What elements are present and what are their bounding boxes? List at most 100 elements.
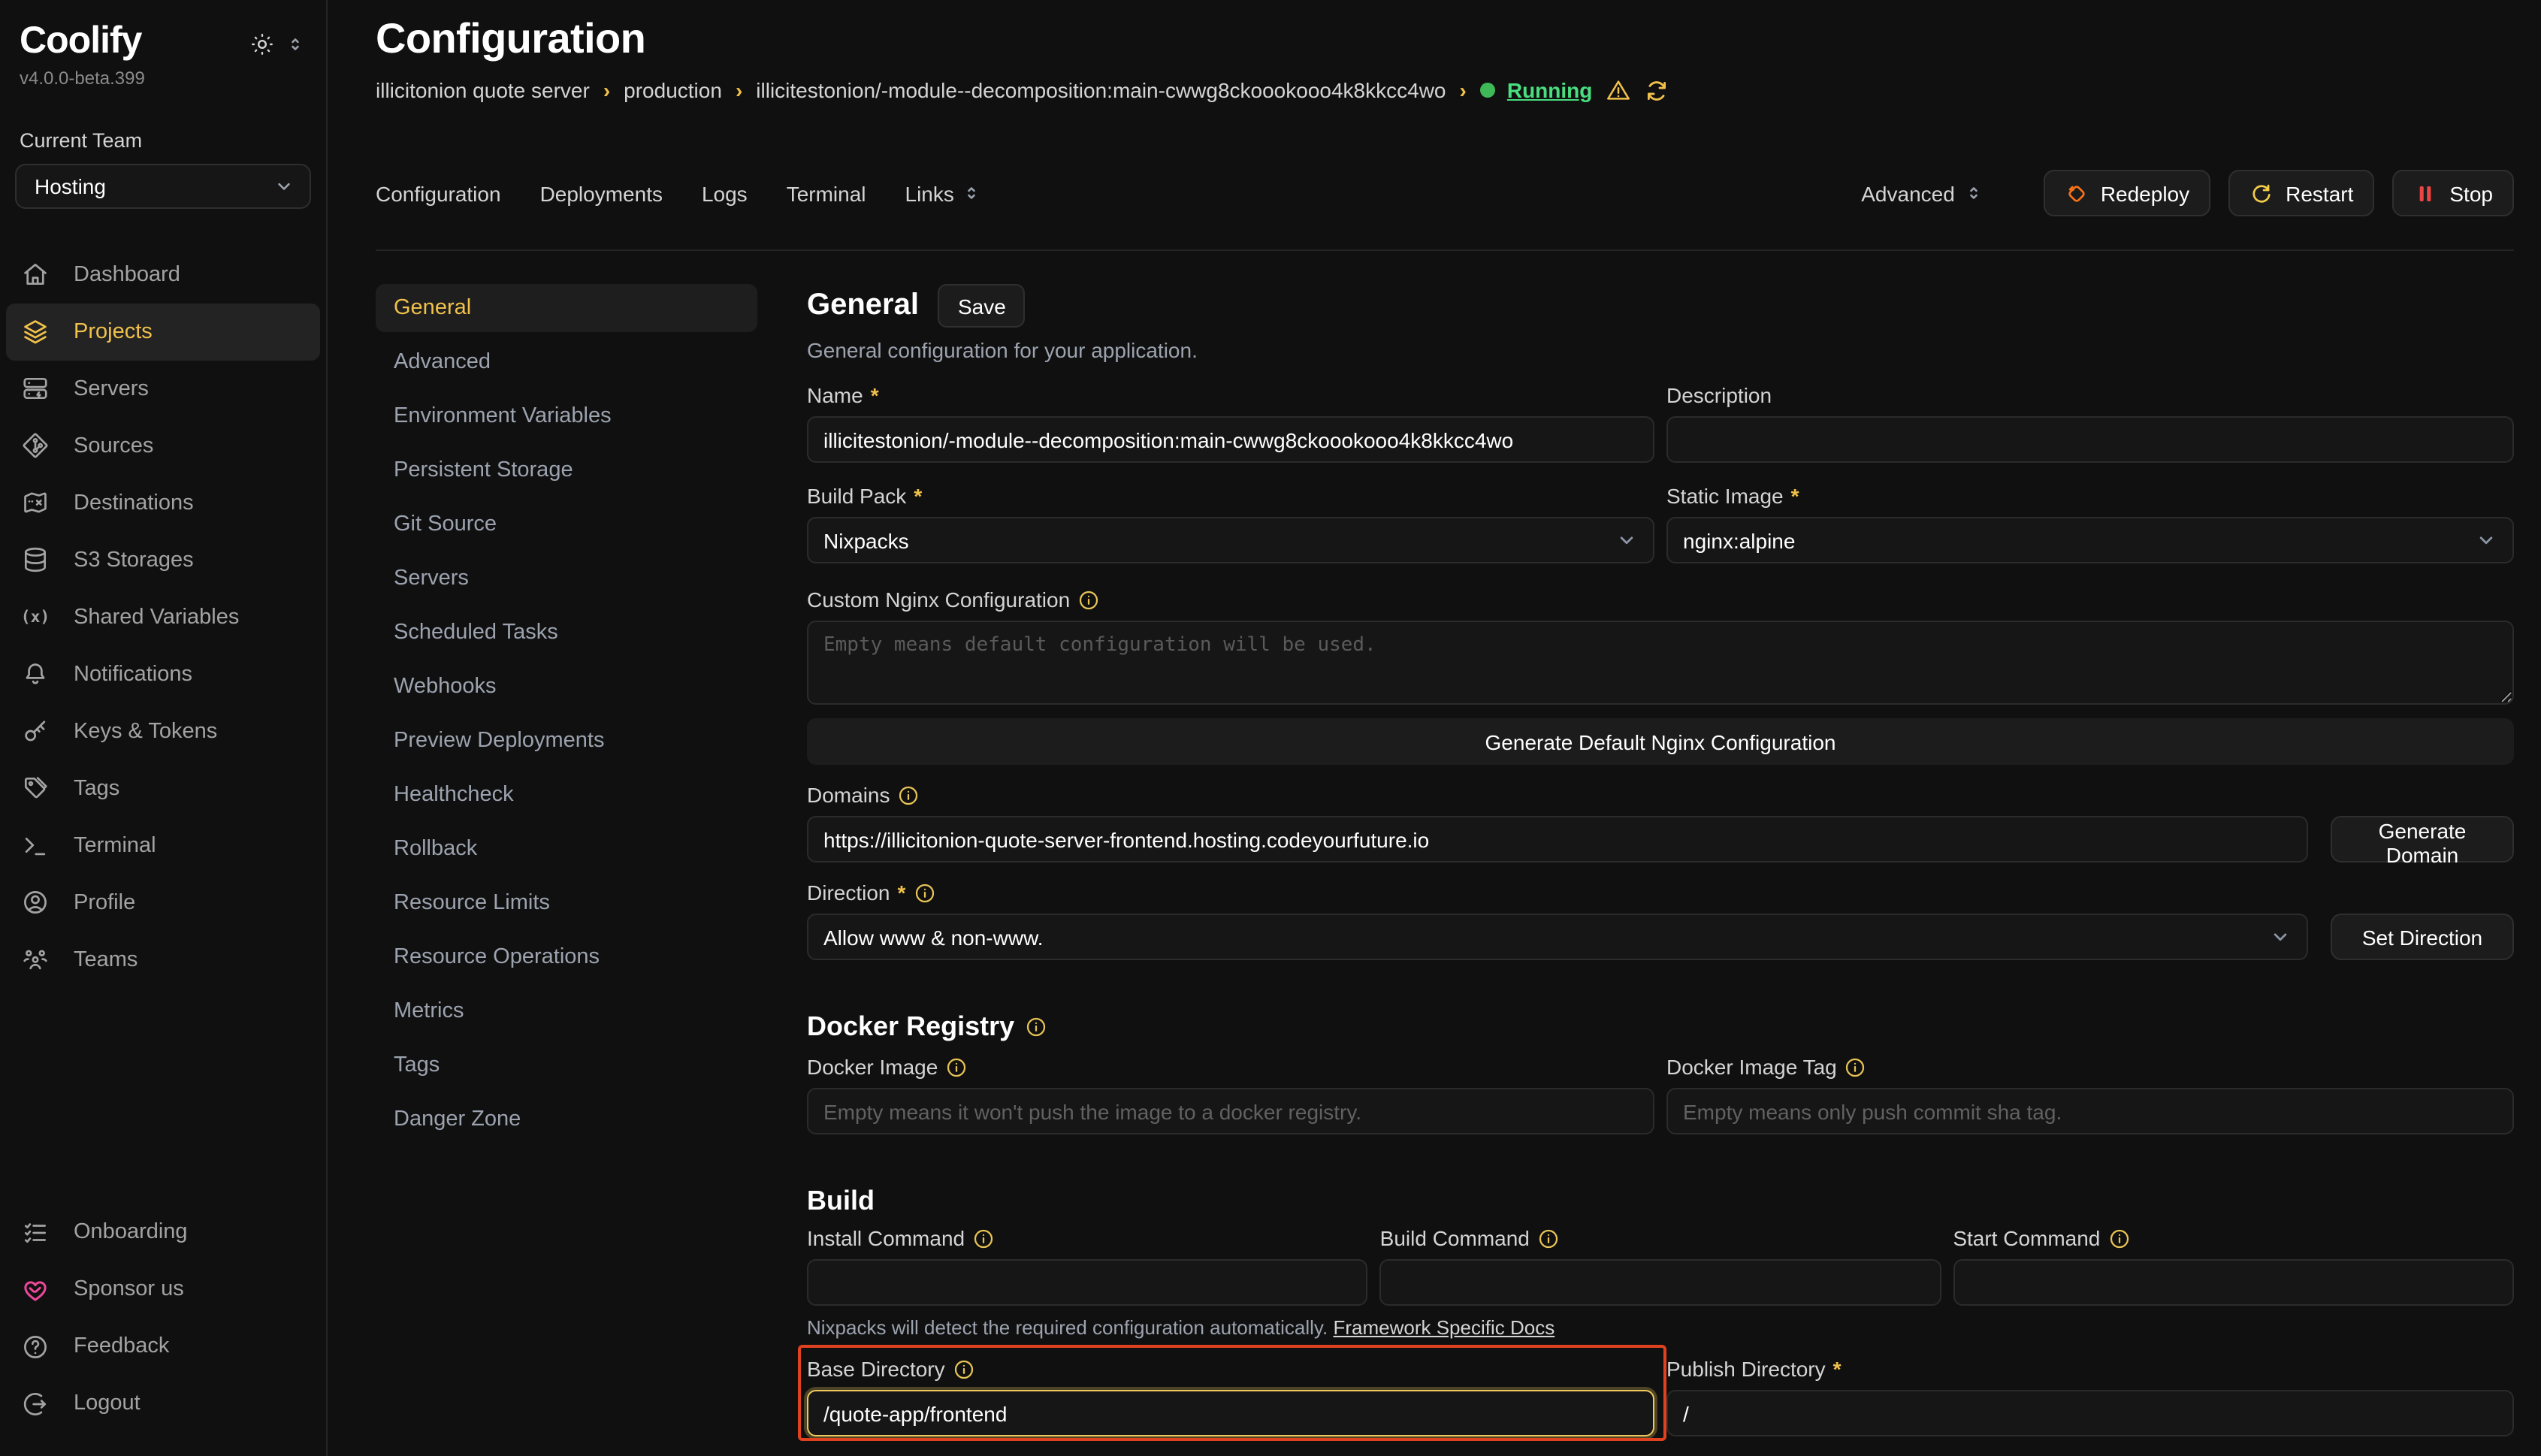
build-heading: Build [807,1186,2514,1217]
submenu-item-git-source[interactable]: Git Source [376,500,757,548]
info-icon[interactable] [1077,588,1100,611]
save-button[interactable]: Save [938,284,1026,328]
tab-label: Deployments [540,181,663,205]
tab-deployments[interactable]: Deployments [540,181,663,205]
submenu-item-webhooks[interactable]: Webhooks [376,663,757,711]
info-icon[interactable] [972,1227,995,1249]
custom-nginx-label: Custom Nginx Configuration [807,588,2514,612]
button-restart[interactable]: Restart [2228,170,2374,216]
submenu-item-scheduled-tasks[interactable]: Scheduled Tasks [376,609,757,657]
submenu-item-tags[interactable]: Tags [376,1041,757,1089]
custom-nginx-textarea[interactable] [807,621,2514,705]
submenu-item-rollback[interactable]: Rollback [376,825,757,873]
info-icon[interactable] [945,1056,968,1078]
sidebar-item-terminal[interactable]: Terminal [6,817,320,874]
direction-select[interactable]: Allow www & non-www. [807,914,2308,960]
build-command-input[interactable] [1380,1259,1941,1306]
team-select[interactable]: Hosting [15,163,311,208]
publish-directory-input[interactable] [1666,1390,2514,1436]
sidebar-item-destinations[interactable]: Destinations [6,474,320,531]
advanced-dropdown[interactable]: Advanced [1861,181,1984,205]
submenu-item-servers[interactable]: Servers [376,554,757,603]
start-command-label: Start Command [1953,1226,2514,1250]
direction-value: Allow www & non-www. [823,925,1044,949]
sidebar-item-sponsor-us[interactable]: Sponsor us [6,1261,320,1318]
breadcrumb-link[interactable]: illicitonion quote server [376,78,590,102]
button-stop[interactable]: Stop [2392,170,2514,216]
status-running-link[interactable]: Running [1507,78,1593,102]
sidebar-item-s3-storages[interactable]: S3 Storages [6,531,320,588]
info-icon[interactable] [913,881,935,904]
submenu-item-label: Webhooks [394,675,497,699]
tab-logs[interactable]: Logs [702,181,748,205]
logo-row: Coolify [0,21,326,62]
sidebar-item-label: Shared Variables [74,605,239,629]
sidebar-item-shared-variables[interactable]: (x) Shared Variables [6,588,320,645]
tab-configuration[interactable]: Configuration [376,181,501,205]
info-icon[interactable] [1845,1056,1867,1078]
generate-nginx-button[interactable]: Generate Default Nginx Configuration [807,718,2514,765]
sidebar-item-servers[interactable]: Servers [6,360,320,417]
warning-icon[interactable] [1604,77,1631,104]
static-image-select[interactable]: nginx:alpine [1666,517,2514,563]
set-direction-button[interactable]: Set Direction [2331,914,2514,960]
submenu-item-label: Advanced [394,350,491,374]
info-icon[interactable] [898,784,920,806]
submenu-item-metrics[interactable]: Metrics [376,987,757,1035]
sidebar-item-feedback[interactable]: Feedback [6,1318,320,1375]
submenu-item-advanced[interactable]: Advanced [376,338,757,386]
install-command-input[interactable] [807,1259,1368,1306]
sidebar-item-dashboard[interactable]: Dashboard [6,246,320,303]
description-input[interactable] [1666,416,2514,463]
docker-image-tag-input[interactable] [1666,1088,2514,1134]
sidebar-item-teams[interactable]: Teams [6,931,320,988]
name-input[interactable] [807,416,1654,463]
sidebar-item-notifications[interactable]: Notifications [6,645,320,702]
submenu-item-label: Danger Zone [394,1107,521,1131]
info-icon[interactable] [1537,1227,1560,1249]
sidebar-item-tags[interactable]: Tags [6,760,320,817]
sidebar-item-sources[interactable]: Sources [6,417,320,474]
build-pack-select[interactable]: Nixpacks [807,517,1654,563]
sidebar-nav: Dashboard Projects Servers Sources Desti… [0,246,326,988]
submenu-item-environment-variables[interactable]: Environment Variables [376,392,757,440]
content: General Advanced Environment Variables P… [376,251,2514,1456]
submenu-item-persistent-storage[interactable]: Persistent Storage [376,446,757,494]
submenu-item-label: Rollback [394,837,477,861]
submenu-item-healthcheck[interactable]: Healthcheck [376,771,757,819]
sync-icon[interactable] [1643,77,1669,103]
info-icon[interactable] [953,1358,975,1380]
button-redeploy[interactable]: Redeploy [2044,170,2210,216]
submenu-item-danger-zone[interactable]: Danger Zone [376,1095,757,1143]
home-icon [21,260,50,288]
framework-docs-link[interactable]: Framework Specific Docs [1333,1316,1555,1339]
submenu-item-resource-limits[interactable]: Resource Limits [376,879,757,927]
sidebar-item-keys-tokens[interactable]: Keys & Tokens [6,702,320,760]
static-image-label: Static Image * [1666,484,2514,508]
info-icon[interactable] [1025,1016,1047,1038]
generate-domain-button[interactable]: Generate Domain [2331,816,2514,862]
start-command-input[interactable] [1953,1259,2514,1306]
docker-image-input[interactable] [807,1088,1654,1134]
database-icon [21,545,50,574]
sidebar-item-logout[interactable]: Logout [6,1375,320,1432]
tab-links[interactable]: Links [905,181,981,205]
info-icon[interactable] [2107,1227,2130,1249]
sidebar-item-onboarding[interactable]: Onboarding [6,1204,320,1261]
domains-input[interactable] [807,816,2308,862]
breadcrumb-link[interactable]: production [624,78,722,102]
breadcrumb-link[interactable]: illicitestonion/-module--decomposition:m… [756,78,1446,102]
version-switcher-icon[interactable] [286,35,305,54]
chevron-down-icon [2475,529,2497,551]
tab-terminal[interactable]: Terminal [787,181,866,205]
sidebar-item-projects[interactable]: Projects [6,303,320,360]
base-directory-input[interactable] [807,1390,1654,1436]
sidebar-item-label: Dashboard [74,262,180,286]
sidebar-item-label: Tags [74,776,119,800]
app-logo[interactable]: Coolify [20,21,141,62]
theme-toggle-icon[interactable] [249,32,275,57]
sidebar-item-profile[interactable]: Profile [6,874,320,931]
submenu-item-resource-operations[interactable]: Resource Operations [376,933,757,981]
submenu-item-preview-deployments[interactable]: Preview Deployments [376,717,757,765]
submenu-item-general[interactable]: General [376,284,757,332]
